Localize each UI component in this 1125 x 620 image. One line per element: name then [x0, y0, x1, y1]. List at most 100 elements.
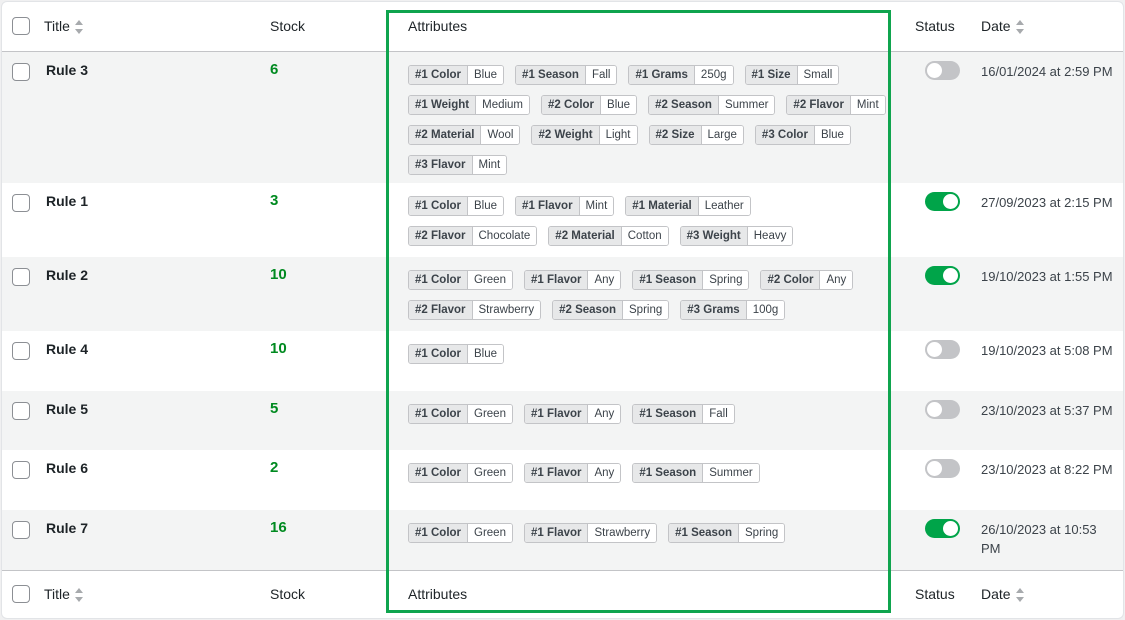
- attribute-value: Mint: [850, 95, 885, 114]
- attribute-key: #2 Material: [409, 125, 482, 144]
- attribute-value: Spring: [623, 301, 669, 319]
- attribute-key: #2 Color: [542, 95, 602, 114]
- status-toggle[interactable]: [925, 459, 960, 478]
- date-value: 23/10/2023 at 5:37 PM: [981, 403, 1113, 418]
- toggle-knob: [927, 461, 942, 476]
- attribute-tag: #1 Weight Medium: [408, 94, 531, 115]
- attribute-value: Strawberry: [588, 524, 657, 542]
- row-checkbox[interactable]: [12, 342, 30, 360]
- attribute-tag: #1 Season Spring: [632, 270, 750, 290]
- column-header-title[interactable]: Title: [38, 2, 266, 52]
- table-row: Rule 3 6 #1 Color Blue #1 Season Fall #1 Grams…: [2, 51, 1123, 183]
- select-all-checkbox-footer[interactable]: [12, 585, 30, 604]
- attribute-value: Blue: [468, 65, 504, 84]
- status-toggle[interactable]: [925, 400, 960, 419]
- column-header-status: Status: [911, 2, 977, 52]
- attribute-value: Blue: [601, 95, 637, 114]
- status-toggle[interactable]: [925, 192, 960, 211]
- column-stock-label: Stock: [270, 586, 306, 603]
- attribute-key: #2 Weight: [532, 125, 600, 144]
- attribute-list: #1 Color Green #1 Flavor Strawberry #1 Seaso…: [408, 523, 888, 543]
- stock-value: 5: [270, 400, 279, 417]
- table-header-row: Title Stock Attributes Status Date: [2, 2, 1123, 52]
- table-row: Rule 1 3 #1 Color Blue #1 Flavor Mint #1 Mater…: [2, 183, 1123, 257]
- attribute-list: #1 Color Green #1 Flavor Any #1 Season Spring…: [408, 270, 888, 320]
- attributes-cell: #1 Color Green #1 Flavor Any #1 Season Fall: [390, 391, 911, 450]
- rule-title[interactable]: Rule 1: [38, 183, 266, 257]
- column-footer-title[interactable]: Title: [38, 569, 266, 618]
- attribute-key: #1 Flavor: [524, 271, 589, 289]
- rule-title[interactable]: Rule 5: [38, 391, 266, 450]
- column-footer-date[interactable]: Date: [977, 569, 1123, 618]
- column-header-attributes: Attributes: [390, 2, 911, 52]
- attribute-value: Mint: [472, 155, 507, 174]
- date-value: 19/10/2023 at 1:55 PM: [981, 269, 1113, 284]
- table-row: Rule 5 5 #1 Color Green #1 Flavor Any #1 Seaso…: [2, 391, 1123, 450]
- row-checkbox[interactable]: [12, 194, 30, 212]
- attribute-key: #3 Color: [755, 125, 815, 144]
- table-row: Rule 6 2 #1 Color Green #1 Flavor Any #1 Seaso…: [2, 450, 1123, 510]
- attributes-cell: #1 Color Green #1 Flavor Strawberry #1 Seaso…: [390, 510, 911, 570]
- attribute-tag: #2 Color Blue: [541, 94, 638, 115]
- row-checkbox[interactable]: [12, 461, 30, 479]
- column-header-date[interactable]: Date: [977, 2, 1123, 52]
- attribute-key: #1 Season: [633, 271, 704, 289]
- attribute-tag: #1 Grams 250g: [628, 64, 734, 85]
- attribute-value: Mint: [579, 197, 614, 215]
- row-checkbox[interactable]: [12, 62, 30, 81]
- attribute-tag: #3 Color Blue: [754, 124, 851, 145]
- date-value: 27/09/2023 at 2:15 PM: [981, 195, 1113, 210]
- date-value: 26/10/2023 at 10:53 PM: [981, 522, 1097, 556]
- attribute-tag: #2 Season Spring: [552, 300, 670, 320]
- row-checkbox[interactable]: [12, 521, 30, 539]
- attribute-key: #1 Grams: [629, 65, 695, 84]
- sort-icon[interactable]: [74, 588, 84, 603]
- rule-title[interactable]: Rule 6: [38, 450, 266, 510]
- rule-title[interactable]: Rule 2: [38, 257, 266, 331]
- status-toggle[interactable]: [925, 60, 960, 80]
- attribute-value: Cotton: [621, 227, 668, 245]
- stock-value: 10: [270, 266, 287, 283]
- attribute-key: #2 Size: [649, 125, 702, 144]
- attribute-value: Green: [468, 405, 512, 423]
- row-checkbox[interactable]: [12, 402, 30, 420]
- column-attributes-label: Attributes: [408, 18, 468, 35]
- sort-icon[interactable]: [74, 20, 84, 35]
- attribute-value: Medium: [476, 95, 530, 114]
- rule-title[interactable]: Rule 3: [38, 51, 266, 183]
- column-title-label: Title: [44, 18, 70, 35]
- attribute-value: Leather: [698, 197, 750, 215]
- attribute-key: #3 Grams: [681, 301, 747, 319]
- attribute-value: Blue: [468, 345, 504, 363]
- sort-icon[interactable]: [1015, 20, 1025, 35]
- attribute-key: #2 Season: [649, 95, 719, 114]
- sort-icon[interactable]: [1015, 588, 1025, 603]
- rule-title[interactable]: Rule 4: [38, 331, 266, 391]
- stock-value: 10: [270, 340, 287, 357]
- attribute-tag: #1 Color Blue: [408, 64, 505, 85]
- attribute-tag: #1 Color Green: [408, 463, 513, 483]
- attribute-tag: #1 Flavor Any: [523, 270, 622, 290]
- attribute-tag: #3 Weight Heavy: [679, 226, 794, 246]
- status-toggle[interactable]: [925, 519, 960, 538]
- row-checkbox[interactable]: [12, 268, 30, 286]
- status-toggle[interactable]: [925, 340, 960, 359]
- table-footer-row: Title Stock Attributes Status Date: [2, 569, 1123, 618]
- attribute-value: Any: [588, 405, 621, 423]
- toggle-knob: [943, 268, 958, 283]
- status-toggle[interactable]: [925, 266, 960, 285]
- attribute-tag: #2 Flavor Mint: [786, 94, 886, 115]
- attribute-tag: #1 Size Small: [744, 64, 840, 85]
- select-all-checkbox[interactable]: [12, 17, 30, 36]
- column-status-label: Status: [915, 586, 955, 603]
- attribute-tag: #3 Grams 100g: [680, 300, 786, 320]
- table-body: Rule 3 6 #1 Color Blue #1 Season Fall #1 Grams…: [2, 51, 1123, 570]
- column-footer-status: Status: [911, 569, 977, 618]
- attributes-cell: #1 Color Blue #1 Flavor Mint #1 Material Leat…: [390, 183, 911, 257]
- attribute-key: #1 Flavor: [524, 464, 589, 482]
- column-header-stock: Stock: [266, 2, 390, 52]
- rule-title[interactable]: Rule 7: [38, 510, 266, 570]
- attribute-value: Wool: [481, 125, 520, 144]
- attribute-key: #3 Flavor: [409, 155, 473, 174]
- date-value: 19/10/2023 at 5:08 PM: [981, 343, 1113, 358]
